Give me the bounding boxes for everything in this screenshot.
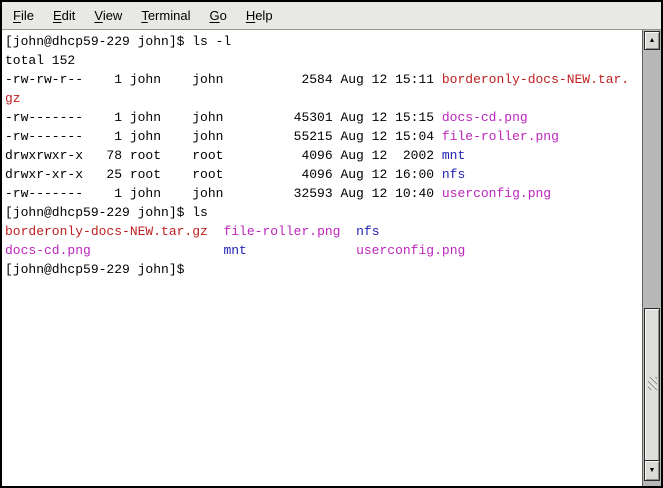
terminal-line: [john@dhcp59-229 john]$ ls -l [5,32,641,51]
menu-help[interactable]: Help [244,7,275,24]
terminal-window: File Edit View Terminal Go Help [john@dhcp59-… [0,0,663,488]
terminal-line: -rw------- 1 john john 55215 Aug 12 15:0… [5,127,641,146]
terminal-line: [john@dhcp59-229 john]$ ls [5,203,641,222]
up-arrow-icon: ▲ [649,37,656,44]
menu-bar: File Edit View Terminal Go Help [2,2,661,30]
terminal-line: -rw-rw-r-- 1 john john 2584 Aug 12 15:11… [5,70,641,89]
menu-view[interactable]: View [92,7,124,24]
terminal-line: docs-cd.png mnt userconfig.png [5,241,641,260]
terminal-line: borderonly-docs-NEW.tar.gz file-roller.p… [5,222,641,241]
terminal-text: [john@dhcp59-229 john]$ ls -ltotal 152-r… [5,32,641,279]
menu-go[interactable]: Go [207,7,228,24]
terminal-line: gz [5,89,641,108]
terminal-screen[interactable]: [john@dhcp59-229 john]$ ls -ltotal 152-r… [2,30,661,486]
terminal-line: -rw------- 1 john john 45301 Aug 12 15:1… [5,108,641,127]
menu-terminal[interactable]: Terminal [139,7,192,24]
scrollbar: ▲ ▼ [642,30,661,486]
scroll-down-button[interactable]: ▼ [644,460,660,481]
scrollbar-thumb[interactable] [644,308,660,462]
terminal-line: drwxrwxr-x 78 root root 4096 Aug 12 2002… [5,146,641,165]
terminal-line: [john@dhcp59-229 john]$ [5,260,641,279]
thumb-grip-icon [648,377,657,390]
menu-file[interactable]: File [11,7,36,24]
terminal-line: total 152 [5,51,641,70]
terminal-line: -rw------- 1 john john 32593 Aug 12 10:4… [5,184,641,203]
terminal-line: drwxr-xr-x 25 root root 4096 Aug 12 16:0… [5,165,641,184]
menu-edit[interactable]: Edit [51,7,77,24]
down-arrow-icon: ▼ [649,467,656,474]
